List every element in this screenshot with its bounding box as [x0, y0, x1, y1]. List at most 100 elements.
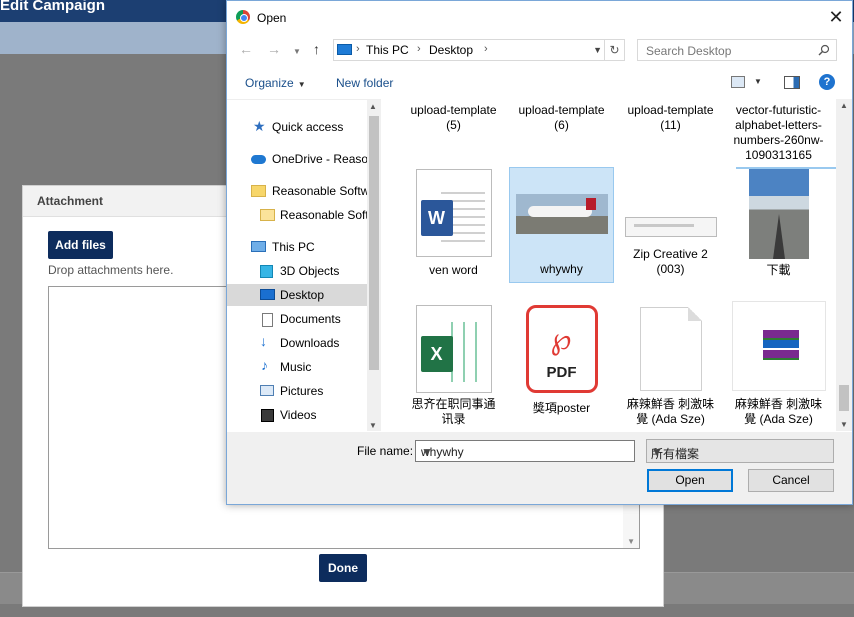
- recent-locations-icon[interactable]: ▼: [293, 47, 301, 56]
- nav-item-quick-access[interactable]: ★ Quick access: [227, 116, 367, 138]
- cancel-button[interactable]: Cancel: [748, 469, 834, 492]
- navigation-scrollbar[interactable]: ▲ ▼: [367, 100, 381, 431]
- file-item-whywhy[interactable]: whywhy: [509, 167, 614, 283]
- scroll-down-icon[interactable]: ▼: [369, 421, 377, 430]
- scroll-down-icon[interactable]: ▼: [627, 537, 635, 546]
- nav-item-onedrive[interactable]: OneDrive - Reasonable Software: [227, 148, 381, 170]
- nav-item-documents[interactable]: Documents: [227, 308, 367, 330]
- file-item[interactable]: vector-futuristic- alphabet-letters- num…: [726, 103, 831, 163]
- chevron-right-icon[interactable]: ›: [484, 43, 488, 55]
- open-button[interactable]: Open: [647, 469, 733, 492]
- nav-item-videos[interactable]: Videos: [227, 404, 367, 426]
- attachment-modal-title: Attachment: [37, 194, 104, 208]
- chevron-down-icon[interactable]: ▼: [421, 445, 630, 459]
- nav-item-label: Quick access: [272, 120, 344, 134]
- file-name: whywhy: [540, 262, 583, 276]
- organize-label: Organize: [245, 76, 294, 90]
- chevron-down-icon: ▼: [297, 80, 306, 89]
- view-options-icon[interactable]: [731, 76, 745, 88]
- back-arrow-icon[interactable]: ←: [239, 41, 253, 57]
- navigation-pane: ★ Quick access OneDrive - Reasonable Sof…: [227, 99, 381, 431]
- nav-item-downloads[interactable]: ↓ Downloads: [227, 332, 367, 354]
- file-list-scrollbar[interactable]: ▲ ▼: [836, 99, 852, 431]
- breadcrumb-this-pc[interactable]: This PC: [366, 43, 409, 57]
- file-name-input[interactable]: whywhy ▼: [415, 440, 635, 462]
- nav-item-label: Reasonable Software: [280, 208, 381, 222]
- file-item-rar-archive[interactable]: 麻辣鮮香 刺激味 覺 (Ada Sze): [726, 301, 831, 427]
- file-name: 麻辣鮮香 刺激味 覺 (Ada Sze): [626, 397, 715, 426]
- generic-file-icon: [639, 307, 702, 391]
- nav-item-pictures[interactable]: Pictures: [227, 380, 367, 402]
- nav-item-label: This PC: [272, 240, 315, 254]
- nav-item-reasonable-software-2[interactable]: Reasonable Software: [227, 204, 381, 226]
- file-name: 思齐在职同事通 讯录: [411, 397, 496, 426]
- refresh-icon[interactable]: ↻: [604, 40, 624, 60]
- nav-item-reasonable-software[interactable]: Reasonable Software: [227, 180, 381, 202]
- file-name: 下載: [766, 263, 791, 277]
- chevron-down-icon[interactable]: ▼: [754, 77, 762, 86]
- file-item-blank-file[interactable]: 麻辣鮮香 刺激味 覺 (Ada Sze): [618, 307, 723, 427]
- word-document-icon: W: [415, 169, 492, 257]
- address-bar[interactable]: › This PC › Desktop › ▼ ↻: [333, 39, 625, 61]
- chevron-down-icon[interactable]: ▼: [593, 45, 602, 55]
- airplane-shape: [527, 206, 592, 217]
- nav-item-this-pc[interactable]: This PC: [227, 236, 367, 258]
- file-item[interactable]: upload-template (6): [509, 103, 614, 133]
- close-icon[interactable]: ✕: [820, 1, 852, 33]
- nav-item-desktop[interactable]: Desktop: [227, 284, 367, 306]
- scroll-up-icon[interactable]: ▲: [369, 102, 377, 111]
- music-icon: ♪: [261, 357, 268, 373]
- drop-instructions: Drop attachments here.: [48, 263, 174, 277]
- file-item[interactable]: upload-template (5): [401, 103, 506, 133]
- file-name: Zip Creative 2 (003): [633, 247, 708, 276]
- nav-item-label: Pictures: [280, 384, 324, 398]
- pdf-label: PDF: [546, 364, 577, 381]
- star-icon: ★: [253, 118, 266, 134]
- nav-item-3d-objects[interactable]: 3D Objects: [227, 260, 367, 282]
- file-item-poster-pdf[interactable]: ℘ PDF 獎項poster: [509, 305, 614, 416]
- scrollbar-thumb[interactable]: [369, 116, 379, 370]
- forward-arrow-icon[interactable]: →: [267, 41, 281, 57]
- file-item-word[interactable]: W ven word: [401, 169, 506, 278]
- computer-icon: [251, 241, 266, 252]
- up-arrow-icon[interactable]: ↑: [313, 41, 320, 57]
- airplane-image-thumbnail: [515, 194, 608, 234]
- file-list-pane: upload-template (5) upload-template (6) …: [383, 99, 836, 431]
- chevron-down-icon: ▼: [651, 445, 663, 459]
- scroll-down-icon[interactable]: ▼: [840, 420, 848, 429]
- organize-button[interactable]: Organize ▼: [245, 76, 306, 90]
- breadcrumb-desktop[interactable]: Desktop: [429, 43, 473, 57]
- nav-item-music[interactable]: ♪ Music: [227, 356, 367, 378]
- document-icon: [262, 313, 273, 327]
- excel-logo-letter: X: [420, 336, 453, 372]
- new-folder-button[interactable]: New folder: [336, 76, 393, 90]
- file-name: 麻辣鮮香 刺激味 覺 (Ada Sze): [734, 397, 823, 426]
- video-icon: [261, 409, 274, 422]
- page-title: Edit Campaign: [0, 0, 106, 14]
- scrollbar-thumb[interactable]: [839, 385, 849, 411]
- add-files-button[interactable]: Add files: [48, 231, 113, 259]
- mountain-road-image-thumbnail: [748, 169, 809, 259]
- done-button[interactable]: Done: [319, 554, 367, 582]
- dialog-bottom-panel: File name: whywhy ▼ 所有檔案 ▼ Open Cancel: [227, 432, 852, 504]
- dialog-title: Open: [257, 11, 287, 25]
- file-item-zip-creative[interactable]: Zip Creative 2 (003): [618, 169, 723, 277]
- archive-books-icon: [762, 330, 799, 360]
- file-type-select[interactable]: 所有檔案 ▼: [646, 439, 834, 463]
- file-item-download-image[interactable]: 下載: [726, 169, 831, 278]
- this-pc-icon: [337, 44, 352, 55]
- search-input[interactable]: Search Desktop: [637, 39, 837, 61]
- chevron-right-icon[interactable]: ›: [417, 43, 421, 55]
- pictures-icon: [260, 385, 274, 396]
- file-item[interactable]: upload-template (11): [618, 103, 723, 133]
- preview-pane-icon[interactable]: [784, 76, 800, 89]
- scroll-up-icon[interactable]: ▲: [840, 101, 848, 110]
- airplane-tail: [585, 198, 596, 210]
- file-item-excel[interactable]: X 思齐在职同事通 讯录: [401, 305, 506, 427]
- chevron-right-icon[interactable]: ›: [356, 43, 360, 55]
- excel-document-icon: X: [415, 305, 492, 393]
- file-name: ven word: [429, 263, 478, 277]
- search-placeholder: Search Desktop: [646, 44, 732, 58]
- dialog-titlebar: Open ✕: [227, 1, 852, 33]
- help-icon[interactable]: ?: [819, 74, 835, 90]
